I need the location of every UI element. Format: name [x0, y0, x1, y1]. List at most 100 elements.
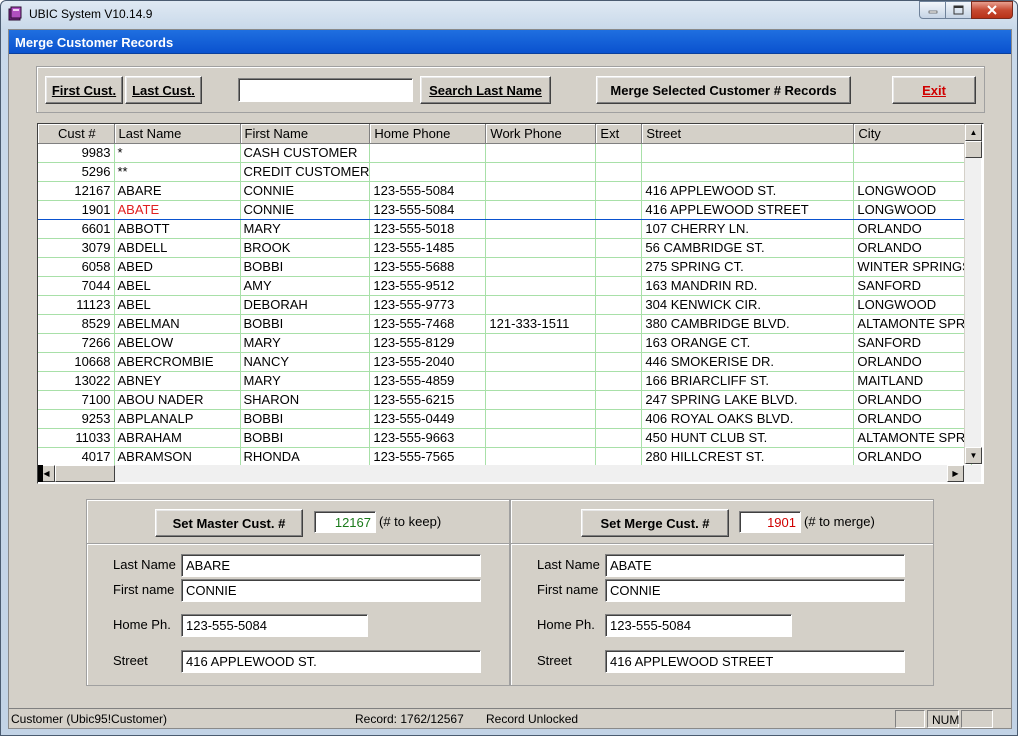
cell-first-name[interactable]: CONNIE: [240, 181, 371, 201]
cell-ext[interactable]: [595, 371, 643, 391]
cell-ext[interactable]: [595, 162, 643, 182]
table-row[interactable]: 10668 ABERCROMBIE NANCY 123-555-2040 446 SMO…: [38, 352, 972, 372]
minimize-button[interactable]: [919, 1, 946, 19]
table-row[interactable]: 3079 ABDELL BROOK 123-555-1485 56 CAMBRIDGE …: [38, 238, 972, 258]
cell-last-name[interactable]: **: [114, 162, 241, 182]
cell-last-name[interactable]: ABDELL: [114, 238, 241, 258]
cell-work-phone[interactable]: [485, 333, 597, 353]
column-header-last-name[interactable]: Last Name: [114, 124, 241, 144]
cell-city[interactable]: LONGWOOD: [853, 181, 972, 201]
cell-city[interactable]: SANFORD: [853, 276, 972, 296]
table-row[interactable]: 11123 ABEL DEBORAH 123-555-9773 304 KENWICK …: [38, 295, 972, 315]
cell-street[interactable]: [641, 162, 855, 182]
cell-first-name[interactable]: NANCY: [240, 352, 371, 372]
table-row[interactable]: 7100 ABOU NADER SHARON 123-555-6215 247 SPRI…: [38, 390, 972, 410]
cell-first-name[interactable]: SHARON: [240, 390, 371, 410]
cell-work-phone[interactable]: [485, 295, 597, 315]
cell-last-name[interactable]: ABOU NADER: [114, 390, 241, 410]
column-header-ext[interactable]: Ext: [595, 124, 643, 144]
cell-street[interactable]: 380 CAMBRIDGE BLVD.: [641, 314, 855, 334]
cell-city[interactable]: ORLANDO: [853, 219, 972, 239]
cell-city[interactable]: ORLANDO: [853, 390, 972, 410]
cell-ext[interactable]: [595, 257, 643, 277]
cell-work-phone[interactable]: [485, 238, 597, 258]
cell-last-name[interactable]: ABARE: [114, 181, 241, 201]
cell-first-name[interactable]: BROOK: [240, 238, 371, 258]
cell-ext[interactable]: [595, 352, 643, 372]
cell-work-phone[interactable]: [485, 409, 597, 429]
cell-city[interactable]: MAITLAND: [853, 371, 972, 391]
cell-home-phone[interactable]: 123-555-9663: [369, 428, 487, 448]
cell-home-phone[interactable]: 123-555-4859: [369, 371, 487, 391]
cell-street[interactable]: [641, 143, 855, 163]
cell-street[interactable]: 107 CHERRY LN.: [641, 219, 855, 239]
cell-work-phone[interactable]: [485, 352, 597, 372]
cell-street[interactable]: 163 ORANGE CT.: [641, 333, 855, 353]
cell-last-name[interactable]: ABATE: [114, 199, 241, 220]
cell-street[interactable]: 280 HILLCREST ST.: [641, 447, 855, 467]
maximize-button[interactable]: [945, 1, 972, 19]
cell-city[interactable]: [853, 162, 972, 182]
cell-ext[interactable]: [595, 295, 643, 315]
cell-first-name[interactable]: CONNIE: [240, 199, 371, 220]
table-row[interactable]: 9253 ABPLANALP BOBBI 123-555-0449 406 ROYAL …: [38, 409, 972, 429]
cell-cust-num[interactable]: 9253: [38, 409, 115, 429]
cell-ext[interactable]: [595, 409, 643, 429]
cell-work-phone[interactable]: [485, 219, 597, 239]
cell-first-name[interactable]: AMY: [240, 276, 371, 296]
cell-street[interactable]: 304 KENWICK CIR.: [641, 295, 855, 315]
cell-first-name[interactable]: MARY: [240, 219, 371, 239]
cell-street[interactable]: 416 APPLEWOOD ST.: [641, 181, 855, 201]
cell-home-phone[interactable]: 123-555-8129: [369, 333, 487, 353]
cell-last-name[interactable]: ABED: [114, 257, 241, 277]
merge-street-field[interactable]: 416 APPLEWOOD STREET: [605, 650, 905, 673]
cell-home-phone[interactable]: [369, 143, 487, 163]
cell-cust-num[interactable]: 6058: [38, 257, 115, 277]
close-button[interactable]: [971, 1, 1013, 19]
cell-first-name[interactable]: MARY: [240, 371, 371, 391]
set-master-cust-button[interactable]: Set Master Cust. #: [155, 509, 303, 537]
cell-city[interactable]: ORLANDO: [853, 238, 972, 258]
search-last-name-input[interactable]: [238, 78, 413, 102]
cell-home-phone[interactable]: 123-555-9512: [369, 276, 487, 296]
cell-ext[interactable]: [595, 276, 643, 296]
cell-city[interactable]: ORLANDO: [853, 409, 972, 429]
merge-last-name-field[interactable]: ABATE: [605, 554, 905, 577]
horizontal-scroll-thumb[interactable]: [55, 465, 115, 482]
cell-first-name[interactable]: BOBBI: [240, 257, 371, 277]
title-bar[interactable]: UBIC System V10.14.9: [1, 1, 1017, 29]
cell-ext[interactable]: [595, 333, 643, 353]
cell-street[interactable]: 416 APPLEWOOD STREET: [641, 199, 855, 220]
cell-home-phone[interactable]: [369, 162, 487, 182]
cell-city[interactable]: WINTER SPRINGS: [853, 257, 972, 277]
cell-work-phone[interactable]: [485, 257, 597, 277]
cell-ext[interactable]: [595, 428, 643, 448]
cell-home-phone[interactable]: 123-555-7565: [369, 447, 487, 467]
scroll-up-button[interactable]: ▲: [965, 124, 982, 141]
cell-ext[interactable]: [595, 199, 643, 220]
cell-home-phone[interactable]: 123-555-9773: [369, 295, 487, 315]
cell-street[interactable]: 406 ROYAL OAKS BLVD.: [641, 409, 855, 429]
column-header-first-name[interactable]: First Name: [240, 124, 371, 144]
cell-city[interactable]: ORLANDO: [853, 447, 972, 467]
cell-ext[interactable]: [595, 143, 643, 163]
column-header-cust[interactable]: Cust #: [38, 124, 115, 144]
cell-cust-num[interactable]: 13022: [38, 371, 115, 391]
cell-ext[interactable]: [595, 447, 643, 467]
cell-work-phone[interactable]: [485, 162, 597, 182]
cell-home-phone[interactable]: 123-555-1485: [369, 238, 487, 258]
cell-first-name[interactable]: DEBORAH: [240, 295, 371, 315]
merge-home-ph-field[interactable]: 123-555-5084: [605, 614, 792, 637]
cell-last-name[interactable]: ABERCROMBIE: [114, 352, 241, 372]
vertical-scroll-thumb[interactable]: [965, 141, 982, 158]
column-header-work-phone[interactable]: Work Phone: [485, 124, 597, 144]
cell-ext[interactable]: [595, 219, 643, 239]
scroll-right-button[interactable]: ▶: [947, 465, 964, 482]
column-header-street[interactable]: Street: [641, 124, 855, 144]
merge-first-name-field[interactable]: CONNIE: [605, 579, 905, 602]
cell-cust-num[interactable]: 3079: [38, 238, 115, 258]
table-row[interactable]: 12167 ABARE CONNIE 123-555-5084 416 APPLEWOO…: [38, 181, 972, 201]
cell-first-name[interactable]: CASH CUSTOMER: [240, 143, 371, 163]
table-row[interactable]: 6601 ABBOTT MARY 123-555-5018 107 CHERRY LN.…: [38, 219, 972, 239]
cell-cust-num[interactable]: 11123: [38, 295, 115, 315]
